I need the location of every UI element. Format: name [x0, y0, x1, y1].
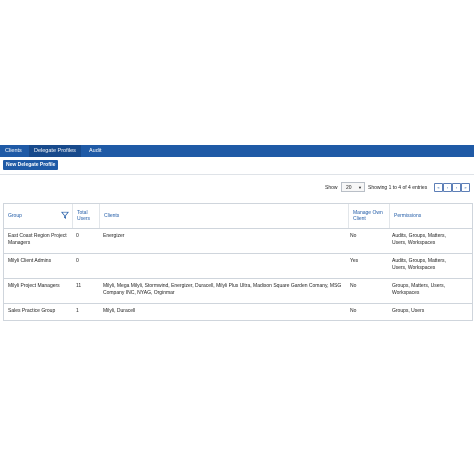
tab-delegate-profiles[interactable]: Delegate Profiles	[29, 145, 81, 157]
new-delegate-profile-button[interactable]: New Delegate Profile	[3, 160, 59, 170]
tab-clients[interactable]: Clients	[0, 145, 27, 157]
cell-permissions: Groups, Users	[392, 308, 425, 314]
cell-group: Milyli Client Admins	[8, 258, 52, 264]
column-header-total-users-label: Total Users	[77, 210, 91, 222]
cell-manage-own-client: No	[350, 283, 357, 289]
cell-clients: Energizer	[103, 233, 125, 239]
tab-bar: Clients Delegate Profiles Audit	[0, 145, 474, 157]
column-header-total-users[interactable]: Total Users	[73, 204, 100, 228]
cell-total-users: 0	[76, 233, 79, 239]
cell-group: East Coast Region Project Managers	[8, 233, 67, 247]
toolbar: New Delegate Profile	[0, 157, 474, 175]
column-header-clients-label: Clients	[104, 213, 120, 219]
column-header-group-label: Group	[8, 213, 22, 219]
chevron-down-icon: ▼	[358, 185, 362, 190]
table-row[interactable]: Milyli Project Managers 11 Milyli, Mega …	[4, 279, 472, 304]
cell-manage-own-client: No	[350, 233, 357, 239]
column-header-permissions-label: Permissions	[394, 213, 422, 219]
page-size-value: 20	[346, 185, 352, 191]
cell-permissions: Audits, Groups, Matters, Users, Workspac…	[392, 258, 446, 272]
next-page-button[interactable]: ›	[452, 183, 461, 192]
cell-clients: Milyli, Mega Milyli, Stormwind, Energize…	[103, 283, 342, 297]
page-size-select[interactable]: 20 ▼	[341, 182, 365, 192]
paging-bar: Show 20 ▼ Showing 1 to 4 of 4 entries « …	[0, 182, 474, 194]
column-header-manage-own-client-label: Manage Own Client	[353, 210, 383, 222]
cell-permissions: Groups, Matters, Users, Workspaces	[392, 283, 446, 297]
last-page-button[interactable]: »	[461, 183, 470, 192]
table-row[interactable]: Sales Practice Group 1 Milyli, Duracell …	[4, 304, 472, 321]
cell-total-users: 11	[76, 283, 82, 289]
show-label: Show	[325, 185, 338, 191]
delegate-profiles-table: Group Total Users Clients Manage Own Cli…	[3, 203, 473, 321]
column-header-permissions[interactable]: Permissions	[390, 204, 472, 228]
cell-total-users: 1	[76, 308, 79, 314]
cell-manage-own-client: No	[350, 308, 357, 314]
cell-clients: Milyli, Duracell	[103, 308, 136, 314]
cell-total-users: 0	[76, 258, 79, 264]
showing-entries-text: Showing 1 to 4 of 4 entries	[368, 185, 428, 191]
column-header-manage-own-client[interactable]: Manage Own Client	[349, 204, 390, 228]
filter-icon[interactable]	[61, 211, 69, 219]
column-header-clients[interactable]: Clients	[100, 204, 349, 228]
cell-manage-own-client: Yes	[350, 258, 359, 264]
previous-page-button[interactable]: ‹	[443, 183, 452, 192]
pagination: « ‹ › »	[434, 183, 470, 192]
table-row[interactable]: Milyli Client Admins 0 Yes Audits, Group…	[4, 254, 472, 279]
column-header-group[interactable]: Group	[4, 204, 73, 228]
tab-audit[interactable]: Audit	[84, 145, 107, 157]
table-row[interactable]: East Coast Region Project Managers 0 Ene…	[4, 229, 472, 254]
table-header: Group Total Users Clients Manage Own Cli…	[4, 204, 472, 229]
first-page-button[interactable]: «	[434, 183, 443, 192]
cell-group: Sales Practice Group	[8, 308, 56, 314]
cell-permissions: Audits, Groups, Matters, Users, Workspac…	[392, 233, 446, 247]
cell-group: Milyli Project Managers	[8, 283, 60, 289]
